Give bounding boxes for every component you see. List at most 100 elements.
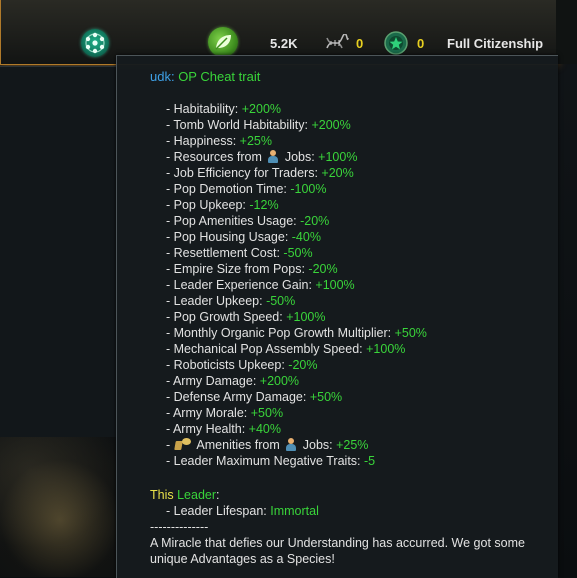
modifier-value: +100%	[286, 310, 326, 324]
tooltip-title-prefix: udk:	[150, 69, 179, 84]
modifier-value: +200%	[311, 118, 351, 132]
tooltip-title: udk: OP Cheat trait	[150, 69, 260, 84]
modifier-value: +50%	[394, 326, 427, 340]
pop-icon	[285, 438, 297, 451]
trait-tooltip: udk: OP Cheat trait - Habitability: +200…	[116, 55, 558, 578]
modifier-list: - Habitability: +200% - Tomb World Habita…	[166, 101, 427, 469]
modifier-value: +25%	[336, 438, 369, 452]
leader-lifespan-label: - Leader Lifespan:	[166, 504, 271, 518]
modifier-label: - Leader Experience Gain:	[166, 278, 316, 292]
left-panel	[0, 66, 117, 437]
trait-description: A Miracle that defies our Understanding …	[150, 536, 525, 566]
modifier-label: - Roboticists Upkeep:	[166, 358, 289, 372]
modifier-value: -12%	[249, 198, 279, 212]
modifier-label: Jobs:	[281, 150, 319, 164]
modifier-label: - Leader Maximum Negative Traits:	[166, 454, 364, 468]
leader-word: Leader	[177, 488, 217, 502]
modifier-label: Jobs:	[299, 438, 337, 452]
modifier-label: - Pop Demotion Time:	[166, 182, 291, 196]
modifier-label: - Tomb World Habitability:	[166, 118, 312, 132]
modifier-value: +100%	[318, 150, 358, 164]
modifier-value: -20%	[288, 358, 318, 372]
citizenship-label[interactable]: Full Citizenship	[447, 28, 543, 58]
modifier-label: - Happiness:	[166, 134, 240, 148]
modifier-item: - Resources from Jobs: +100%	[166, 149, 427, 165]
modifier-item: - Habitability: +200%	[166, 101, 427, 117]
modifier-label: - Monthly Organic Pop Growth Multiplier:	[166, 326, 395, 340]
modifier-label: - Army Health:	[166, 422, 249, 436]
modifier-label: - Pop Growth Speed:	[166, 310, 287, 324]
influence-value: 0	[417, 35, 425, 51]
modifier-item: - Roboticists Upkeep: -20%	[166, 357, 427, 373]
modifier-value: +100%	[315, 278, 355, 292]
modifier-value: -5	[364, 454, 376, 468]
modifier-value: +200%	[241, 102, 282, 116]
modifier-item: - Pop Housing Usage: -40%	[166, 229, 427, 245]
modifier-item: - Happiness: +25%	[166, 133, 427, 149]
modifier-label: - Mechanical Pop Assembly Speed:	[166, 342, 367, 356]
influence-resource[interactable]: 0	[383, 28, 424, 58]
modifier-label: - Leader Upkeep:	[166, 294, 267, 308]
modifier-value: -50%	[266, 294, 296, 308]
modifier-item: - Leader Maximum Negative Traits: -5	[166, 453, 427, 469]
dna-icon	[326, 34, 349, 49]
modifier-value: +40%	[248, 422, 281, 436]
modifier-value: +50%	[309, 390, 343, 404]
influence-icon	[384, 31, 408, 55]
modifier-item: - Mechanical Pop Assembly Speed: +100%	[166, 341, 427, 357]
modifier-label: - Army Morale:	[166, 406, 251, 420]
leader-lifespan-value: Immortal	[270, 504, 319, 518]
modifier-label: - Resources from	[166, 150, 266, 164]
modifier-label: - Defense Army Damage:	[166, 390, 310, 404]
modifier-item: - Empire Size from Pops: -20%	[166, 261, 427, 277]
modifier-item: - Pop Demotion Time: -100%	[166, 181, 427, 197]
modifier-value: +100%	[366, 342, 406, 356]
leader-this: This	[150, 488, 174, 502]
dna-value: 0	[356, 35, 364, 51]
modifier-value: +50%	[250, 406, 284, 420]
modifier-label: - Resettlement Cost:	[166, 246, 284, 260]
separator: --------------	[150, 520, 209, 534]
top-bar-edge	[556, 0, 577, 64]
modifier-label: - Pop Upkeep:	[166, 198, 250, 212]
modifier-item: - Army Health: +40%	[166, 421, 427, 437]
food-value: 5.2K	[270, 35, 298, 51]
modifier-item: - Monthly Organic Pop Growth Multiplier:…	[166, 325, 427, 341]
modifier-label: - Job Efficiency for Traders:	[166, 166, 322, 180]
leader-colon: :	[216, 488, 220, 502]
food-icon[interactable]	[208, 27, 238, 57]
modifier-label: - Habitability:	[166, 102, 242, 116]
leader-heading: This Leader:	[150, 487, 319, 503]
modifier-value: -20%	[308, 262, 338, 276]
modifier-item: - Resettlement Cost: -50%	[166, 245, 427, 261]
modifier-item: - Pop Upkeep: -12%	[166, 197, 427, 213]
modifier-item: - Pop Growth Speed: +100%	[166, 309, 427, 325]
pop-icon	[267, 150, 279, 163]
dna-resource[interactable]: 0	[325, 28, 363, 58]
leader-section: This Leader: - Leader Lifespan: Immortal…	[150, 487, 319, 535]
modifier-item: - Army Morale: +50%	[166, 405, 427, 421]
leader-lifespan-row: - Leader Lifespan: Immortal	[150, 503, 319, 519]
modifier-label: - Pop Housing Usage:	[166, 230, 292, 244]
modifier-value: -50%	[283, 246, 313, 260]
modifier-value: +20%	[321, 166, 354, 180]
modifier-label: - Pop Amenities Usage:	[166, 214, 301, 228]
modifier-value: +200%	[259, 374, 300, 388]
modifier-item: - Amenities from Jobs: +25%	[166, 437, 427, 453]
modifier-item: - Tomb World Habitability: +200%	[166, 117, 427, 133]
modifier-label: - Empire Size from Pops:	[166, 262, 309, 276]
trait-name: OP Cheat trait	[178, 69, 261, 84]
modifier-item: - Job Efficiency for Traders: +20%	[166, 165, 427, 181]
modifier-value: +25%	[239, 134, 272, 148]
modifier-item: - Leader Experience Gain: +100%	[166, 277, 427, 293]
modifier-item: - Army Damage: +200%	[166, 373, 427, 389]
modifier-label: -	[166, 438, 174, 452]
unity-icon[interactable]	[81, 29, 109, 57]
amenities-icon	[173, 438, 192, 451]
modifier-label: Amenities from	[193, 438, 284, 452]
modifier-item: - Pop Amenities Usage: -20%	[166, 213, 427, 229]
modifier-item: - Defense Army Damage: +50%	[166, 389, 427, 405]
modifier-item: - Leader Upkeep: -50%	[166, 293, 427, 309]
modifier-label: - Army Damage:	[166, 374, 260, 388]
modifier-value: -20%	[300, 214, 330, 228]
